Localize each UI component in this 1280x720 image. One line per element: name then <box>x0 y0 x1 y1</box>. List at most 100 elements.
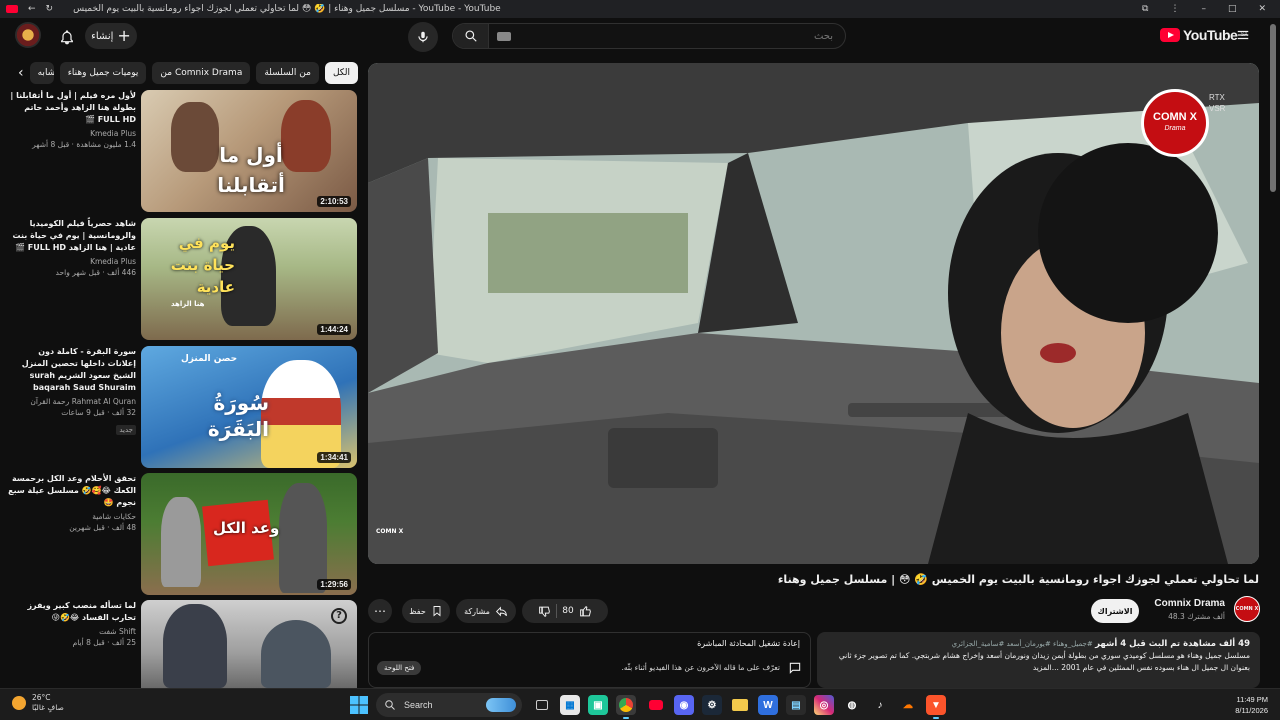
weather-widget[interactable]: 26°C صافٍ غالبًا <box>12 693 64 713</box>
window-controls: ⧉ ⋮ – □ ✕ <box>1142 4 1280 14</box>
search-icon <box>385 700 395 710</box>
file-explorer-icon[interactable] <box>730 695 750 715</box>
account-avatar[interactable] <box>15 22 41 48</box>
video-title[interactable]: سورة البقرة - كاملة دون إعلانات داخلها ت… <box>8 346 136 394</box>
video-stats: 48 ألف · قبل شهرين <box>69 523 136 532</box>
keyboard-icon[interactable] <box>497 31 511 41</box>
youtube-logo-text: YouTube <box>1183 27 1238 43</box>
video-thumbnail[interactable]: يوم في حياة بنت عادية هنا الزاهد 1:44:24 <box>141 218 357 340</box>
voice-search-button[interactable] <box>408 22 438 52</box>
related-video-item[interactable]: ? لما تسأله منصب كبير ويفرز تحارب الفساد… <box>0 600 360 688</box>
chip-related[interactable]: محتوى مشابه <box>29 62 54 84</box>
xbox-app-icon[interactable]: ▣ <box>588 695 608 715</box>
subscribe-button[interactable]: الاشتراك <box>1091 599 1139 623</box>
create-button[interactable]: إنشاء + <box>85 23 137 49</box>
description-text: مسلسل جميل وهناء هو مسلسل كوميدي سوري من… <box>838 651 1250 672</box>
microsoft-store-icon[interactable]: ▦ <box>560 695 580 715</box>
new-badge: جديد <box>116 425 136 435</box>
clock-date: 8/11/2026 <box>1235 706 1268 715</box>
scrollbar-thumb[interactable] <box>1270 24 1276 192</box>
taskbar-search[interactable]: Search <box>376 693 522 717</box>
windows-taskbar: 26°C صافٍ غالبًا Search ▦ ▣ ◉ ⚙ W ▤ ◎ ◍ … <box>0 688 1280 720</box>
chip-from-channel[interactable]: من Comnix Drama <box>152 62 251 84</box>
video-player[interactable]: COMN X Drama RTX VSR COMN X <box>368 63 1259 564</box>
channel-watermark-logo[interactable]: COMN X Drama <box>1141 89 1209 157</box>
chrome-icon[interactable] <box>616 695 636 719</box>
like-button[interactable] <box>579 605 592 618</box>
open-panel-button[interactable]: فتح اللوحة <box>377 661 422 675</box>
share-button[interactable]: مشاركة <box>456 599 516 623</box>
steam-icon[interactable]: ⚙ <box>702 695 722 715</box>
soundcloud-icon[interactable]: ☁ <box>898 695 918 715</box>
channel-logo-subtext: Drama <box>1164 125 1186 132</box>
channel-name[interactable]: حكايات شامية <box>8 512 136 521</box>
like-dislike-group: 80 <box>522 599 608 623</box>
video-frame <box>368 63 1259 564</box>
discord-icon[interactable]: ◉ <box>674 695 694 715</box>
chips-scroll-button[interactable]: ‹ <box>18 62 24 84</box>
live-chat-replay: إعادة تشغيل المحادثة المباشرة تعرّف على … <box>368 632 811 688</box>
chip-all[interactable]: الكل <box>324 62 358 84</box>
video-thumbnail[interactable]: وعد الكل 1:29:56 <box>141 473 357 595</box>
video-title[interactable]: لما تسأله منصب كبير ويفرز تحارب الفساد 😂… <box>8 600 136 624</box>
dislike-button[interactable] <box>538 605 551 618</box>
related-video-item[interactable]: أول ما أتقابلنا 2:10:53 لأول مره فيلم | … <box>0 90 360 212</box>
channel-name[interactable]: Kmedia Plus <box>8 257 136 266</box>
notifications-button[interactable] <box>52 22 82 52</box>
guide-menu-button[interactable] <box>1236 27 1250 46</box>
video-stats: 1.4 مليون مشاهدة · قبل 8 أشهر <box>32 140 136 149</box>
minimize-icon[interactable]: – <box>1201 4 1206 14</box>
extensions-icon[interactable]: ⧉ <box>1142 4 1148 14</box>
video-duration: 2:10:53 <box>317 196 351 207</box>
channel-name[interactable]: Shift شفت <box>8 627 136 636</box>
chat-app-icon[interactable]: ▤ <box>786 695 806 715</box>
video-meta: سورة البقرة - كاملة دون إعلانات داخلها ت… <box>8 346 136 436</box>
youtube-app-icon[interactable] <box>646 695 666 715</box>
brave-icon[interactable]: ▼ <box>926 695 946 719</box>
browser-menu-icon[interactable]: ⋮ <box>1170 4 1179 14</box>
search-icon <box>464 30 477 42</box>
chip-jamil-hanaa-diaries[interactable]: يوميات جميل وهناء <box>59 62 147 84</box>
chat-replay-body: تعرّف على ما قاله الآخرون عن هذا الفيديو… <box>621 663 780 672</box>
corner-watermark: COMN X <box>376 528 404 535</box>
save-button[interactable]: حفظ <box>402 599 450 623</box>
chat-icon <box>788 661 802 677</box>
youtube-logo[interactable]: YouTube SA <box>1160 27 1248 43</box>
related-video-item[interactable]: حصن المنزل سُورَةُ البَقَرَة 1:34:41 سور… <box>0 346 360 468</box>
search-input[interactable] <box>511 24 845 48</box>
video-description[interactable]: 49 ألف مشاهدة تم البث قبل 4 أشهر #جميل_و… <box>817 632 1260 688</box>
related-video-item[interactable]: وعد الكل 1:29:56 تحقق الأحلام وعد الكل ب… <box>0 473 360 595</box>
channel-name-main[interactable]: Comnix Drama <box>1154 598 1225 609</box>
task-view-icon[interactable] <box>532 695 552 715</box>
channel-avatar[interactable]: COMN X <box>1234 596 1260 622</box>
tiktok-icon[interactable]: ♪ <box>870 695 890 715</box>
video-thumbnail[interactable]: أول ما أتقابلنا 2:10:53 <box>141 90 357 212</box>
page-scrollbar[interactable] <box>1270 24 1276 688</box>
back-icon[interactable]: ← <box>28 4 36 14</box>
description-tags[interactable]: #جميل_وهناء #يورمان_أسعد #سامية_الجزائري <box>952 640 1093 648</box>
video-title[interactable]: شاهد حصرياً فيلم الكوميديا والرومانسية |… <box>8 218 136 254</box>
close-icon[interactable]: ✕ <box>1258 4 1266 14</box>
reload-icon[interactable]: ↻ <box>46 4 54 14</box>
related-video-item[interactable]: يوم في حياة بنت عادية هنا الزاهد 1:44:24… <box>0 218 360 340</box>
start-button[interactable] <box>350 696 368 718</box>
video-thumbnail[interactable]: ? <box>141 600 357 688</box>
instagram-icon[interactable]: ◎ <box>814 695 834 715</box>
video-thumbnail[interactable]: حصن المنزل سُورَةُ البَقَرَة 1:34:41 <box>141 346 357 468</box>
more-actions-button[interactable]: ⋯ <box>368 599 392 623</box>
video-title[interactable]: تحقق الأحلام وعد الكل برحمسة الكعك 😂🥰🤣 م… <box>8 473 136 509</box>
obs-icon[interactable]: ◍ <box>842 695 862 715</box>
video-meta: تحقق الأحلام وعد الكل برحمسة الكعك 😂🥰🤣 م… <box>8 473 136 532</box>
thumbnail-title-text: سُورَةُ البَقَرَة <box>207 391 269 441</box>
video-title[interactable]: لأول مره فيلم | أول ما أتقابلنا | بطولة … <box>8 90 136 126</box>
channel-name[interactable]: Kmedia Plus <box>8 129 136 138</box>
search-button[interactable] <box>453 24 489 48</box>
channel-name[interactable]: Rahmat Al Quran رحمة القرآن <box>8 397 136 406</box>
video-meta: لأول مره فيلم | أول ما أتقابلنا | بطولة … <box>8 90 136 149</box>
thumbnail-title-text: يوم في حياة بنت عادية <box>170 234 235 296</box>
maximize-icon[interactable]: □ <box>1228 4 1237 14</box>
system-clock[interactable]: 11:49 PM 8/11/2026 <box>1220 694 1268 716</box>
windows-logo-icon <box>350 696 368 714</box>
app-icon-w[interactable]: W <box>758 695 778 715</box>
chip-from-series[interactable]: من السلسلة <box>256 62 319 84</box>
